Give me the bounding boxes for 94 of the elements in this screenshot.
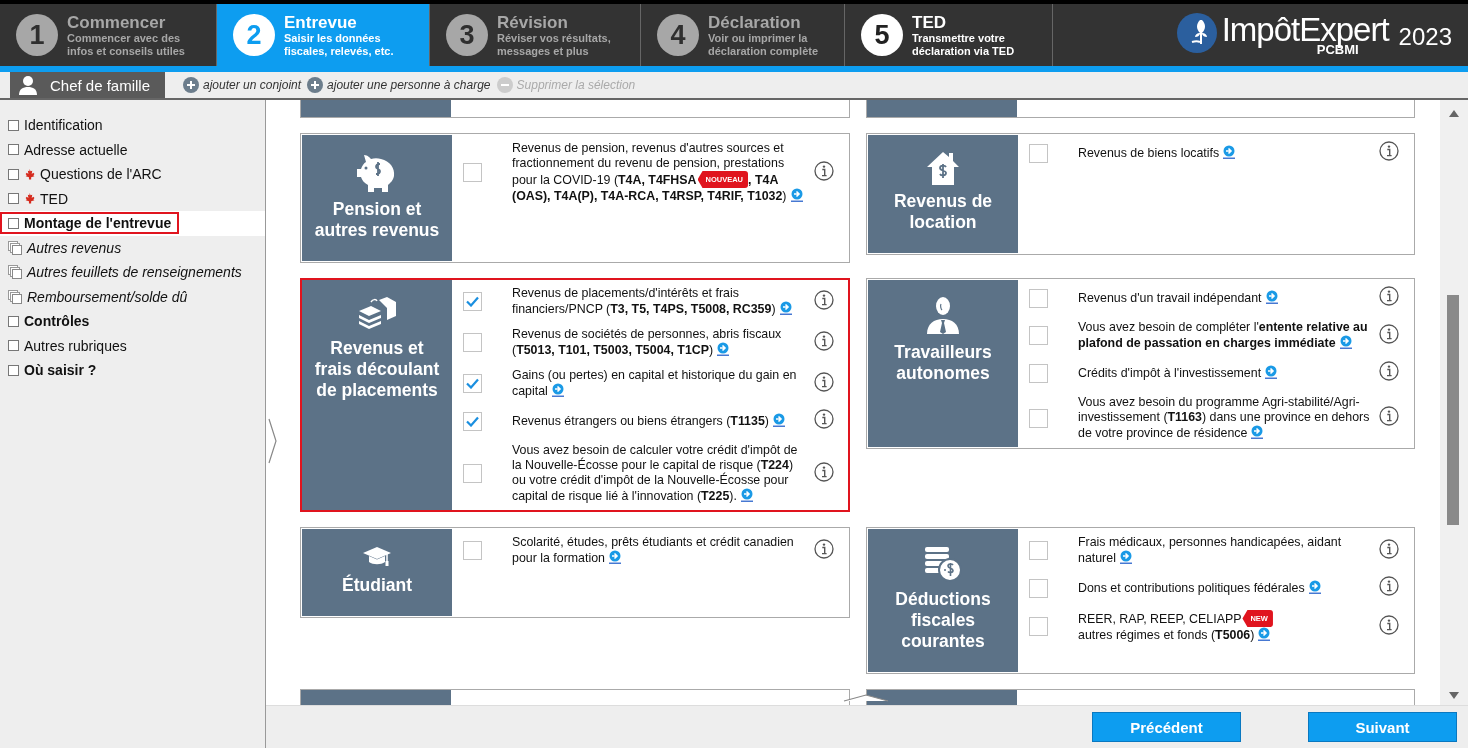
checkbox[interactable] <box>463 163 482 182</box>
minus-icon <box>496 77 513 93</box>
nav-checkbox <box>8 364 19 376</box>
scroll-up-icon[interactable] <box>1449 110 1459 117</box>
option-text: Gains (ou pertes) en capital et historique du gain en capital <box>512 368 798 399</box>
info-icon[interactable] <box>1379 576 1399 596</box>
nav-checkbox <box>8 340 19 352</box>
checkbox[interactable] <box>1029 363 1048 383</box>
nav-item[interactable]: Adresse actuelle <box>0 137 265 162</box>
info-icon[interactable] <box>1379 141 1399 161</box>
nav-checkbox <box>8 217 19 229</box>
checkbox[interactable] <box>1029 617 1048 636</box>
nav-checkbox <box>8 168 19 180</box>
nav-item[interactable]: Autres revenus <box>0 235 265 260</box>
info-icon[interactable] <box>814 371 834 392</box>
coin-stack-icon <box>923 545 963 583</box>
maple-leaf-icon <box>24 193 35 205</box>
info-icon[interactable] <box>1379 361 1399 381</box>
pages-icon <box>8 240 22 255</box>
money-stack-icon <box>357 296 397 332</box>
checkbox[interactable] <box>463 464 482 483</box>
info-icon[interactable] <box>1379 406 1399 426</box>
nav-checkbox <box>8 144 19 156</box>
option-text: Vous avez besoin de compléter l'entente relative au plafond de passation en charges immédiate <box>1078 320 1369 351</box>
option-text: Vous avez besoin du programme Agri-stabilité/Agri-investissement (T1163) dans une province en dehors de votre province de résidence <box>1078 395 1371 441</box>
collapse-handle-icon[interactable] <box>268 418 277 464</box>
checkbox[interactable] <box>463 541 482 560</box>
nav-checkbox <box>8 315 19 327</box>
option-text: Revenus de biens locatifs <box>1078 145 1379 161</box>
option-text: Dons et contributions politiques fédérales <box>1078 580 1379 596</box>
nav-checkbox <box>8 119 19 131</box>
option-text: Frais médicaux, personnes handicapées, aidant naturel <box>1078 535 1343 566</box>
graduation-cap-icon <box>362 545 392 569</box>
category-title: Étudiant <box>342 575 412 596</box>
category-title: Revenus de location <box>892 191 994 233</box>
info-icon[interactable] <box>1379 286 1399 306</box>
checkbox[interactable] <box>1029 408 1048 428</box>
checkbox[interactable] <box>463 292 482 311</box>
option-text: Crédits d'impôt à l'investissement <box>1078 365 1379 381</box>
checkbox[interactable] <box>1029 143 1048 163</box>
checkbox[interactable] <box>1029 288 1048 308</box>
category-title: Revenus et frais découlant de placements <box>313 338 441 401</box>
nav-item[interactable]: TED <box>0 186 265 211</box>
action-link[interactable]: ajouter un conjoint <box>183 77 302 93</box>
info-icon[interactable] <box>814 160 834 181</box>
category-title: Déductions fiscales courantes <box>894 589 992 652</box>
category-title: Pension et autres revenus <box>313 199 441 241</box>
info-icon[interactable] <box>814 289 834 310</box>
scroll-down-icon[interactable] <box>1449 692 1459 699</box>
nav-item[interactable]: Montage de l'entrevue <box>0 211 265 236</box>
house-icon <box>926 151 960 185</box>
action-link[interactable]: ajouter une personne à charge <box>307 77 491 93</box>
category-title: Travailleurs autonomes <box>893 342 993 384</box>
person-tab[interactable]: Chef de famille <box>10 72 165 98</box>
pages-icon <box>8 265 22 280</box>
person-icon <box>18 75 38 95</box>
info-icon[interactable] <box>1379 323 1399 344</box>
chevron-up-icon[interactable] <box>843 694 889 702</box>
checkbox[interactable] <box>1029 541 1048 560</box>
option-text: Revenus de sociétés de personnes, abris fiscaux (T5013, T101, T5003, T5004, T1CP) <box>512 327 783 358</box>
product-name: ImpôtExpert <box>1221 13 1389 47</box>
option-text: Revenus étrangers ou biens étrangers (T1135) <box>512 413 814 429</box>
checkbox[interactable] <box>1029 578 1048 598</box>
maple-leaf-icon <box>24 168 35 180</box>
nav-item[interactable]: Remboursement/solde dû <box>0 284 265 309</box>
nav-item[interactable]: Identification <box>0 113 265 138</box>
nav-item[interactable]: Autres rubriques <box>0 333 265 358</box>
checkbox[interactable] <box>463 374 482 393</box>
nav-item[interactable]: Questions de l'ARC <box>0 162 265 187</box>
checkbox[interactable] <box>463 411 482 431</box>
info-icon[interactable] <box>814 538 834 559</box>
plus-icon <box>183 77 199 93</box>
info-icon[interactable] <box>814 461 834 482</box>
scrollbar[interactable] <box>1440 100 1468 705</box>
checkbox[interactable] <box>463 333 482 352</box>
option-text: Revenus de placements/d'intérêts et frais financiers/PNCP (T3, T5, T4PS, T5008, RC359) <box>512 286 814 317</box>
step-tab[interactable]: 5 TED Transmettre votre déclaration via TED <box>845 4 1053 66</box>
option-text: Scolarité, études, prêts étudiants et crédit canadien pour la formation <box>512 535 795 566</box>
nav-checkbox <box>8 193 19 205</box>
plus-icon <box>307 77 324 93</box>
info-icon[interactable] <box>1379 614 1399 635</box>
checkbox[interactable] <box>1029 326 1048 345</box>
businessman-icon <box>925 296 961 336</box>
nav-item[interactable]: Contrôles <box>0 309 265 334</box>
nav-item[interactable]: Autres feuillets de renseignements <box>0 260 265 285</box>
info-icon[interactable] <box>814 330 834 351</box>
info-icon[interactable] <box>1379 538 1399 559</box>
info-icon[interactable] <box>814 409 834 429</box>
year-label: 2023 <box>1398 23 1452 51</box>
nav-item[interactable]: Où saisir ? <box>0 358 265 383</box>
option-text: Revenus d'un travail indépendant <box>1078 290 1379 306</box>
scrollbar-thumb[interactable] <box>1447 295 1459 525</box>
option-text: Vous avez besoin de calculer votre crédit d'impôt de la Nouvelle-Écosse pour le capital de risque (T224) ou votre crédit d'impôt de la Nouvelle-Écosse pour capital de risque lié à l'innovation (T225). <box>512 443 799 504</box>
pages-icon <box>8 289 22 304</box>
